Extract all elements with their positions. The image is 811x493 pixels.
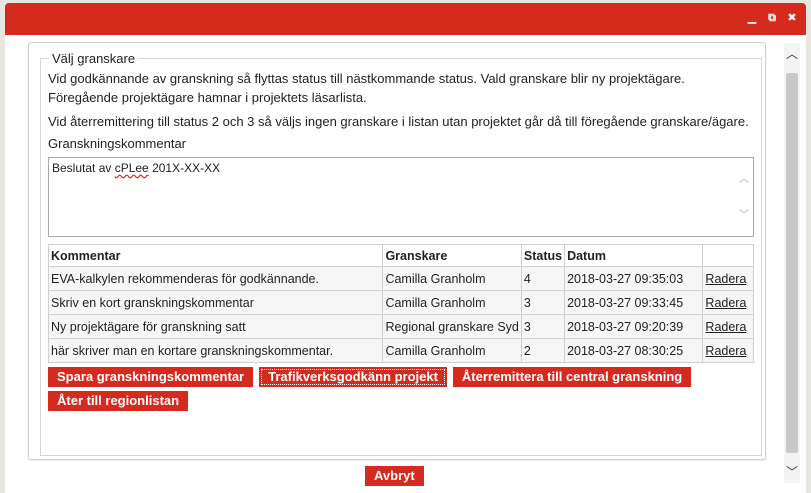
save-comment-button[interactable]: Spara granskningskommentar xyxy=(48,367,254,387)
info-paragraph-remit: Vid återremittering till status 2 och 3 … xyxy=(48,114,749,129)
info-paragraph-approve: Vid godkännande av granskning så flyttas… xyxy=(48,71,685,105)
delete-link[interactable]: Radera xyxy=(702,314,754,339)
close-icon[interactable]: ✖ xyxy=(786,11,798,25)
column-header-date[interactable]: Datum xyxy=(564,244,704,267)
dialog-scrollbar[interactable]: ︿ ﹀ xyxy=(784,43,800,483)
column-header-comment[interactable]: Kommentar xyxy=(47,244,384,267)
cell-date: 2018-03-27 09:20:39 xyxy=(564,314,704,339)
cell-reviewer: Camilla Granholm xyxy=(382,290,522,315)
delete-link[interactable]: Radera xyxy=(702,266,754,291)
remit-central-review-button[interactable]: Återremittera till central granskning xyxy=(452,367,692,387)
minimize-icon[interactable]: ▁ xyxy=(746,11,758,25)
textarea-scroll-up-icon[interactable]: ︿ xyxy=(739,170,749,185)
restore-icon[interactable]: ⧉ xyxy=(766,11,778,25)
cell-comment: här skriver man en kortare granskningsko… xyxy=(47,338,384,363)
comment-text-prefix: Beslutat av xyxy=(52,161,115,175)
cell-status: 3 xyxy=(520,290,566,315)
textarea-scroll-down-icon[interactable]: ﹀ xyxy=(739,206,749,221)
cell-reviewer: Camilla Granholm xyxy=(382,338,522,363)
window-controls: ▁ ⧉ ✖ xyxy=(746,11,798,25)
table-header-row: Kommentar Granskare Status Datum xyxy=(47,244,754,267)
column-header-actions xyxy=(702,244,754,267)
scroll-down-icon[interactable]: ﹀ xyxy=(784,463,800,481)
cell-reviewer: Camilla Granholm xyxy=(382,266,522,291)
comment-label: Granskningskommentar xyxy=(48,136,186,151)
table-row: EVA-kalkylen rekommenderas för godkännan… xyxy=(47,266,754,291)
delete-link[interactable]: Radera xyxy=(702,290,754,315)
scroll-thumb[interactable] xyxy=(786,73,798,453)
cell-date: 2018-03-27 09:33:45 xyxy=(564,290,704,315)
comment-text-suffix: 201X-XX-XX xyxy=(148,161,221,175)
column-header-reviewer[interactable]: Granskare xyxy=(382,244,522,267)
table-row: Skriv en kort granskningskommentar Camil… xyxy=(47,290,754,315)
cell-reviewer: Regional granskare Syd xyxy=(382,314,522,339)
column-header-status[interactable]: Status xyxy=(520,244,566,267)
review-panel: Välj granskare Vid godkännande av gransk… xyxy=(28,42,766,460)
cancel-button[interactable]: Avbryt xyxy=(365,466,424,486)
cell-status: 3 xyxy=(520,314,566,339)
dialog-titlebar[interactable]: ▁ ⧉ ✖ xyxy=(5,3,806,35)
scroll-up-icon[interactable]: ︿ xyxy=(784,45,800,63)
action-buttons: Spara granskningskommentar Trafikverksgo… xyxy=(48,367,754,411)
cell-comment: Skriv en kort granskningskommentar xyxy=(47,290,384,315)
cell-comment: EVA-kalkylen rekommenderas för godkännan… xyxy=(47,266,384,291)
approve-project-button[interactable]: Trafikverksgodkänn projekt xyxy=(259,367,447,387)
comments-table: Kommentar Granskare Status Datum EVA-kal… xyxy=(47,244,754,363)
cell-date: 2018-03-27 09:35:03 xyxy=(564,266,704,291)
table-row: här skriver man en kortare granskningsko… xyxy=(47,338,754,363)
cell-comment: Ny projektägare för granskning satt xyxy=(47,314,384,339)
cell-date: 2018-03-27 08:30:25 xyxy=(564,338,704,363)
back-to-region-list-button[interactable]: Åter till regionlistan xyxy=(48,391,189,411)
section-legend: Välj granskare xyxy=(52,51,136,66)
comment-textarea[interactable]: Beslutat av cPLee 201X-XX-XX ︿ ﹀ xyxy=(48,157,754,237)
select-reviewer-fieldset: Välj granskare Vid godkännande av gransk… xyxy=(40,51,762,456)
cell-status: 2 xyxy=(520,338,566,363)
comment-text-misspelled: cPLee xyxy=(114,161,149,175)
table-row: Ny projektägare för granskning satt Regi… xyxy=(47,314,754,339)
cell-status: 4 xyxy=(520,266,566,291)
delete-link[interactable]: Radera xyxy=(702,338,754,363)
dialog-body: Välj granskare Vid godkännande av gransk… xyxy=(5,35,806,493)
